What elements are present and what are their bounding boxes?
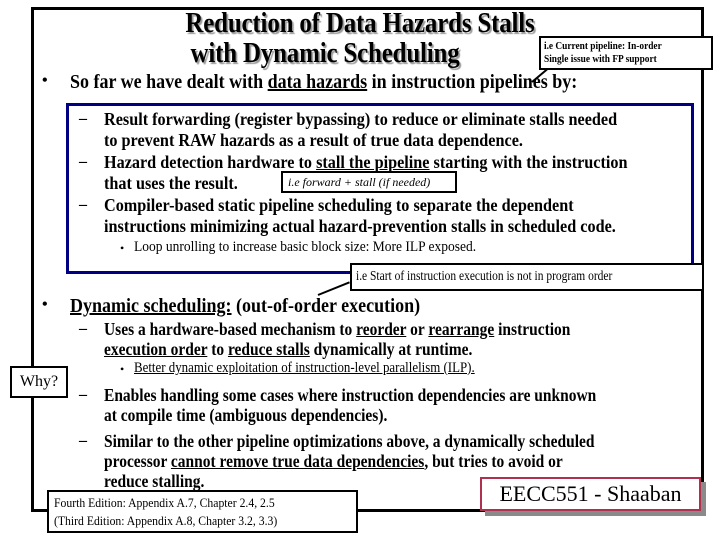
textbook-reference: Fourth Edition: Appendix A.7, Chapter 2.… [47,490,358,533]
slide-title-line2: with Dynamic Scheduling [190,37,460,69]
why-box: Why? [10,366,68,398]
intro-prefix: So far we have dealt with [70,71,268,93]
bullet-icon: • [42,72,48,89]
dash-icon: – [79,432,87,449]
intro-data-hazards: data hazards [267,71,368,93]
sub-bullet-icon: • [120,241,125,255]
method-compiler-line1: Compiler-based static pipeline schedulin… [104,195,574,215]
method-forwarding-line2: to prevent RAW hazards as a result of tr… [104,130,523,150]
dynamic-scheduling-heading: Dynamic scheduling: (out-of-order execut… [70,295,421,317]
slide-title-line1: Reduction of Data Hazards Stalls [185,7,535,39]
intro-line: So far we have dealt with data hazards i… [70,71,634,93]
dynamic-item-ambiguous-line1: Enables handling some cases where instru… [104,385,597,405]
dynamic-item-ambiguous-line2: at compile time (ambiguous dependencies)… [104,405,388,425]
callout-out-of-order: i.e Start of instruction execution is no… [350,263,704,291]
dash-icon: – [79,153,87,170]
better-ilp-note: Better dynamic exploitation of instructi… [134,360,475,376]
callout-current-pipeline: i.e Current pipeline: In-order Single is… [539,36,713,70]
cannot-remove-dependencies: cannot remove true data dependencies [170,451,425,471]
callout-forward-stall: i.e forward + stall (if needed) [281,171,457,193]
method-hazard-detection-line2: that uses the result. [104,173,238,193]
reference-line2: (Third Edition: Appendix A.8, Chapter 3.… [54,513,278,528]
dynamic-item-similar-line1: Similar to the other pipeline optimizati… [104,431,595,451]
dash-icon: – [79,386,87,403]
stall-the-pipeline: stall the pipeline [316,152,430,172]
dynamic-scheduling-label: Dynamic scheduling: [70,295,232,317]
dash-icon: – [79,320,87,337]
dynamic-item-similar-line3: reduce stalling. [104,471,205,491]
course-label: EECC551 - Shaaban [480,477,701,511]
dynamic-item-hardware-line2: execution order to reduce stalls dynamic… [104,339,473,359]
method-compiler-line2: instructions minimizing actual hazard-pr… [104,216,616,236]
dash-icon: – [79,110,87,127]
bullet-icon: • [42,296,48,313]
dash-icon: – [79,196,87,213]
dynamic-item-hardware-line1: Uses a hardware-based mechanism to reord… [104,319,571,339]
callout-pipeline-line2: Single issue with FP support [544,53,657,65]
callout-pipeline-line1: i.e Current pipeline: In-order [544,40,662,52]
intro-suffix: in instruction pipelines by: [367,71,578,93]
method-hazard-detection-line1: Hazard detection hardware to stall the p… [104,152,628,172]
loop-unrolling-note: Loop unrolling to increase basic block s… [134,239,477,255]
sub-bullet-icon: • [120,362,125,376]
method-forwarding-line1: Result forwarding (register bypassing) t… [104,109,618,129]
dynamic-item-similar-line2: processor cannot remove true data depend… [104,451,563,471]
reference-line1: Fourth Edition: Appendix A.7, Chapter 2.… [54,495,275,510]
